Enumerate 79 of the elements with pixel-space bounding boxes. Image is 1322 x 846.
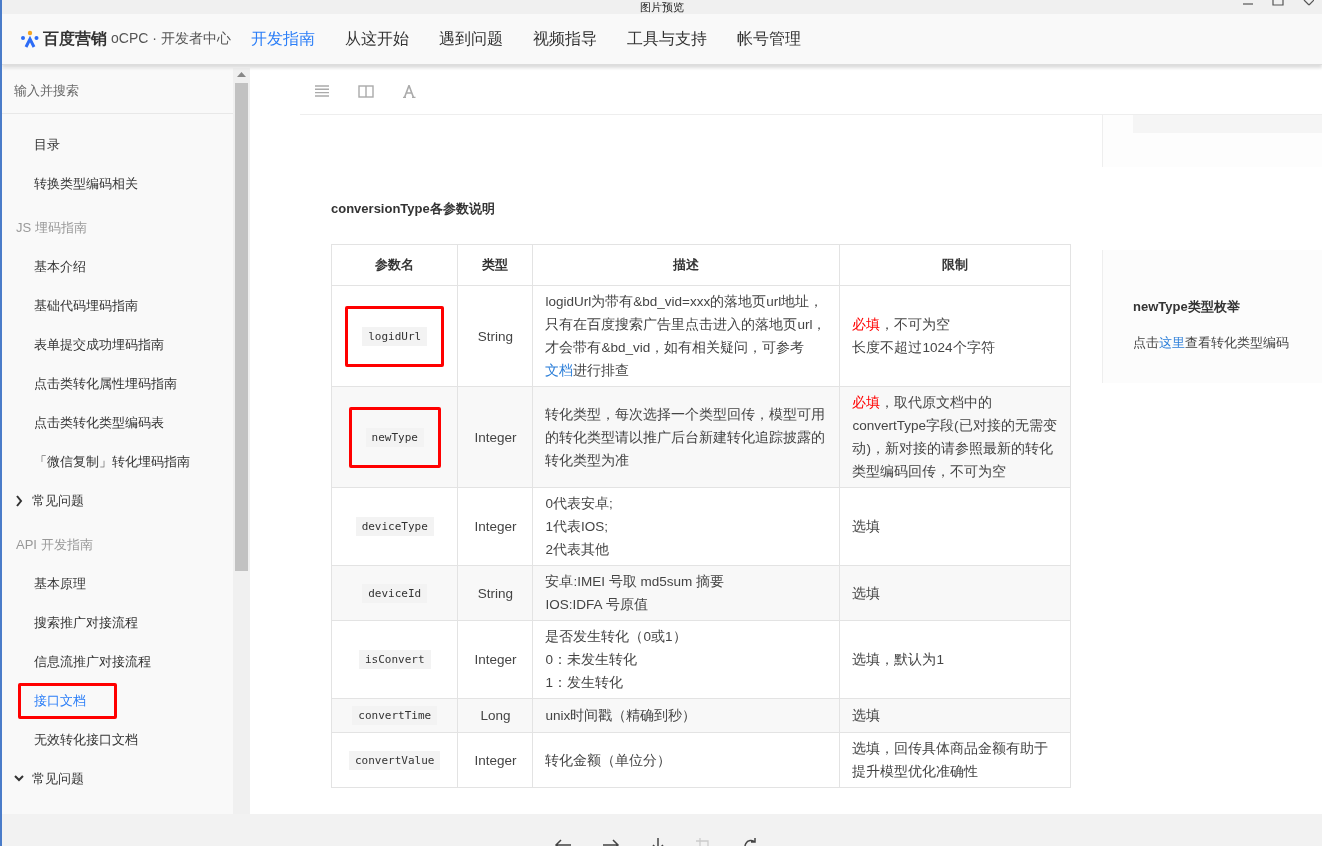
- description-text: 1代表IOS;: [545, 518, 609, 536]
- nav-tab[interactable]: 工具与支持: [626, 28, 707, 50]
- sidebar-item[interactable]: 基本原理: [18, 565, 102, 602]
- section-heading: conversionType各参数说明: [331, 200, 496, 218]
- parameter-name: convertValue: [349, 750, 441, 770]
- nav-tab[interactable]: 从这开始: [344, 28, 409, 50]
- type-text: Long: [480, 708, 511, 723]
- parameter-name: deviceId: [362, 583, 428, 603]
- description-text: IOS:IDFA 号原值: [545, 596, 649, 614]
- sidebar-item[interactable]: 表单提交成功埋码指南: [18, 326, 180, 363]
- scrollbar[interactable]: [233, 68, 250, 814]
- description-text: 安卓:IMEI 号取 md5sum 摘要: [545, 573, 725, 591]
- panel-title: newType类型枚举: [1133, 298, 1241, 316]
- type-text: Integer: [474, 519, 517, 534]
- nav-tab[interactable]: 开发指南: [250, 28, 315, 50]
- font-icon[interactable]: [402, 84, 416, 98]
- limit-text: 必填，不可为空: [852, 316, 952, 334]
- description-text: 0代表安卓;: [545, 495, 614, 513]
- description-text: 转化类型，每次选择一个类型回传，模型可用的转化类型请以推广后台新建转化追踪披露的转化类型为准: [545, 405, 827, 470]
- here-link[interactable]: 这里: [1159, 335, 1185, 350]
- sidebar-item[interactable]: 点击类转化类型编码表: [18, 404, 180, 441]
- brand-name: 百度营销: [43, 28, 107, 49]
- close-icon[interactable]: [1302, 0, 1314, 6]
- parameter-name: logidUrl: [362, 326, 428, 346]
- description-text: 0：未发生转化: [545, 651, 638, 669]
- sidebar-item[interactable]: 搜索推广对接流程: [18, 604, 154, 641]
- maximize-icon[interactable]: [1272, 0, 1284, 6]
- description-text: logidUrl为带有&bd_vid=xxx的落地页url地址，只有在百度搜索广告里点击进入的落地页url，才会带有&bd_vid，如有相关疑问，可参考 文档进行排查: [545, 293, 828, 380]
- type-text: String: [477, 328, 514, 344]
- limit-text: 选填: [852, 707, 882, 725]
- limit-text: 选填，默认为1: [852, 651, 945, 669]
- parameter-name: newType: [365, 427, 424, 447]
- limit-text: 选填: [852, 518, 882, 536]
- sidebar-item[interactable]: 无效转化接口文档: [18, 721, 154, 758]
- logo-icon: [20, 30, 40, 48]
- sidebar-group-label: API 开发指南: [15, 536, 94, 554]
- description-text: 是否发生转化（0或1）: [545, 628, 688, 646]
- limit-text: 选填，回传具体商品金额有助于提升模型优化准确性: [852, 740, 1050, 781]
- scroll-up-icon[interactable]: [237, 72, 246, 78]
- sidebar-item[interactable]: 基本介绍: [18, 248, 102, 285]
- sidebar-item[interactable]: 点击类转化属性埋码指南: [18, 365, 193, 402]
- nav-tab[interactable]: 遇到问题: [438, 28, 503, 50]
- sidebar-item[interactable]: 常见问题: [32, 491, 84, 510]
- list-icon[interactable]: [314, 85, 330, 97]
- column-header: 限制: [840, 244, 1071, 286]
- type-text: Integer: [474, 752, 517, 768]
- nav-tab[interactable]: 帐号管理: [736, 28, 801, 50]
- sidebar-group-label: JS 埋码指南: [15, 219, 88, 237]
- sidebar-item[interactable]: 基础代码埋码指南: [18, 287, 154, 324]
- sidebar-item[interactable]: 目录: [18, 126, 76, 163]
- limit-text: 选填: [852, 584, 882, 603]
- type-text: Integer: [474, 429, 517, 445]
- description-text: 转化金额（单位分）: [545, 751, 673, 770]
- window-title: 图片预览: [640, 0, 684, 14]
- limit-text: 长度不超过1024个字符: [852, 339, 996, 357]
- minimize-icon[interactable]: [1242, 0, 1254, 6]
- sidebar-item[interactable]: 信息流推广对接流程: [18, 643, 167, 680]
- product-name: oCPC · 开发者中心: [111, 30, 231, 48]
- type-text: String: [477, 585, 514, 601]
- sidebar-item[interactable]: 接口文档: [18, 682, 117, 719]
- type-text: Integer: [474, 652, 517, 667]
- parameter-name: isConvert: [358, 650, 431, 669]
- description-text: 1：发生转化: [545, 674, 624, 692]
- sidebar-item[interactable]: 「微信复制」转化埋码指南: [18, 443, 206, 480]
- columns-icon[interactable]: [358, 84, 374, 98]
- panel-text: 点击这里查看转化类型编码: [1133, 334, 1290, 352]
- column-header: 类型: [458, 244, 533, 286]
- description-text: unix时间戳（精确到秒）: [545, 707, 698, 725]
- column-header: 参数名: [331, 244, 458, 286]
- scrollbar-thumb[interactable]: [235, 83, 248, 571]
- limit-text: 必填，取代原文档中的convertType字段(已对接的无需变动)，新对接的请参照最新的转化类型编码回传，不可为空: [852, 394, 1058, 481]
- column-header: 描述: [533, 244, 840, 286]
- document-link[interactable]: 文档: [545, 363, 574, 378]
- parameter-name: convertTime: [352, 706, 438, 725]
- sidebar-item[interactable]: 转换类型编码相关: [18, 165, 154, 202]
- description-text: 2代表其他: [545, 541, 610, 559]
- nav-tab[interactable]: 视频指导: [532, 28, 597, 50]
- parameter-name: deviceType: [355, 517, 434, 536]
- sidebar-item[interactable]: 常见问题: [32, 769, 84, 788]
